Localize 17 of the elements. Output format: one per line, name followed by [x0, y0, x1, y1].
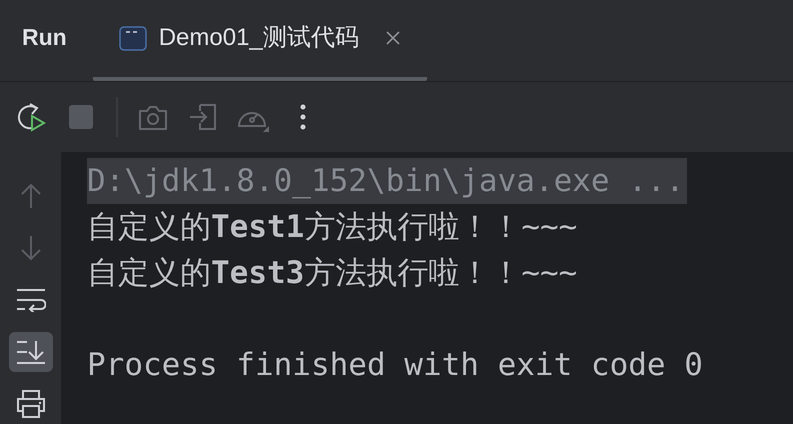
window-icon — [118, 26, 147, 50]
output-line: 自定义的Test1方法执行啦！！~~~ — [87, 208, 578, 247]
stop-icon — [68, 104, 94, 130]
run-tab[interactable]: Demo01_测试代码 — [92, 0, 427, 81]
arrow-down-icon — [20, 235, 42, 261]
scroll-to-end-button[interactable] — [8, 332, 52, 372]
output-line: 自定义的Test3方法执行啦！！~~~ — [87, 254, 578, 293]
more-icon — [299, 104, 307, 130]
panel-title: Run — [22, 22, 67, 52]
arrow-up-icon — [20, 183, 42, 209]
exit-status-line: Process finished with exit code 0 — [87, 346, 703, 385]
printer-icon — [16, 390, 46, 418]
close-icon[interactable] — [384, 30, 401, 46]
scroll-to-end-icon — [16, 339, 46, 365]
enter-icon — [189, 103, 217, 131]
soft-wrap-icon — [16, 288, 46, 312]
camera-icon — [138, 103, 168, 131]
